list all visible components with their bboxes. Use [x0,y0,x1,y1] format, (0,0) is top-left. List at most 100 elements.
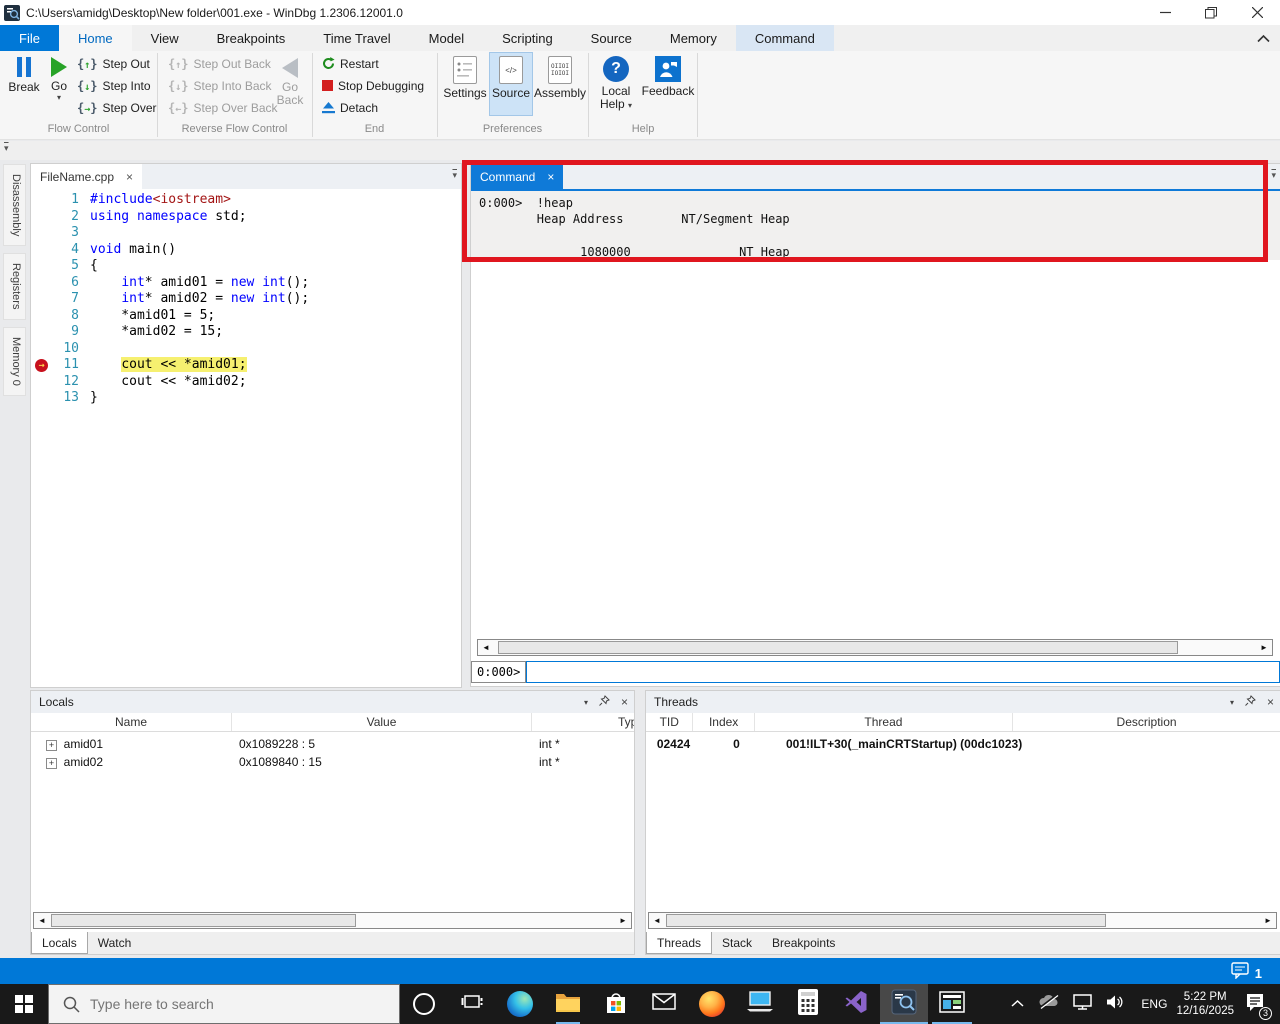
local-help-button[interactable]: ? Local Help ▾ [594,53,638,112]
scrollbar-thumb[interactable] [666,914,1106,927]
bottom-tab-locals[interactable]: Locals [31,932,88,954]
thread-row[interactable]: 02424 0 001!ILT+30(_mainCRTStartup) (00d… [646,735,1280,753]
action-center-button[interactable]: 3 [1244,992,1272,1020]
column-header-description[interactable]: Description [1013,713,1280,731]
pane-menu-icon[interactable]: ▾ [1271,170,1276,181]
bottom-tab-stack[interactable]: Stack [712,932,762,954]
close-pane-icon[interactable]: × [621,695,628,709]
ribbon-tab-view[interactable]: View [132,25,198,51]
scrollbar-thumb[interactable] [51,914,356,927]
go-dropdown-icon[interactable]: ▾ [57,93,61,102]
taskbar-search[interactable] [48,984,400,1024]
column-header-index[interactable]: Index [693,713,755,731]
connect-button[interactable] [736,984,784,1024]
scroll-right-icon[interactable]: ► [1260,913,1276,928]
sidebar-tab-disassembly[interactable]: Disassembly [3,164,26,247]
windbg-app-icon[interactable] [4,4,20,21]
settings-button[interactable]: Settings [441,53,489,100]
ribbon-tab-file[interactable]: File [0,25,59,51]
close-tab-icon[interactable]: × [126,170,133,184]
file-explorer-button[interactable] [544,984,592,1024]
minimize-button[interactable] [1142,0,1188,25]
search-input[interactable] [90,996,350,1012]
locals-row[interactable]: + amid01 0x1089228 : 5 int * [31,735,634,753]
ribbon-tab-time-travel[interactable]: Time Travel [304,25,409,51]
ribbon-tab-command[interactable]: Command [735,25,834,51]
scroll-left-icon[interactable]: ◄ [649,913,665,928]
bottom-tab-breakpoints[interactable]: Breakpoints [762,932,845,954]
expand-icon[interactable]: + [46,758,57,769]
step-out-back-button[interactable]: {↑} Step Out Back [168,53,271,74]
start-button[interactable] [0,984,48,1024]
network-icon[interactable] [1073,993,1093,1015]
break-button[interactable]: Break [6,53,42,94]
firefox-button[interactable] [688,984,736,1024]
ribbon-tab-source[interactable]: Source [572,25,651,51]
calculator-button[interactable] [784,984,832,1024]
scroll-left-icon[interactable]: ◄ [34,913,50,928]
pin-icon[interactable] [599,695,610,709]
visual-studio-button[interactable] [832,984,880,1024]
pin-icon[interactable] [1245,695,1256,709]
command-input[interactable] [526,661,1280,683]
taskbar-clock[interactable]: 5:22 PM 12/16/2025 [1176,990,1234,1018]
locals-hscrollbar[interactable]: ◄ ► [33,912,632,929]
app-window-button[interactable] [928,984,976,1024]
edge-button[interactable] [496,984,544,1024]
mail-button[interactable] [640,984,688,1024]
scroll-right-icon[interactable]: ► [615,913,631,928]
volume-icon[interactable] [1107,995,1125,1014]
stop-debugging-button[interactable]: Stop Debugging [322,75,424,96]
bottom-tab-watch[interactable]: Watch [88,932,142,954]
status-notifications[interactable]: 1 [1231,962,1262,984]
pane-menu-icon[interactable]: ▾ [452,170,457,181]
ribbon-tab-home[interactable]: Home [58,25,132,51]
ribbon-tab-memory[interactable]: Memory [651,25,736,51]
pane-dropdown-icon[interactable]: ▾ [584,698,588,707]
sidebar-tab-memory[interactable]: Memory 0 [3,326,26,396]
close-button[interactable] [1234,0,1280,25]
ribbon-tab-breakpoints[interactable]: Breakpoints [198,25,305,51]
local-help-dropdown-icon[interactable]: ▾ [628,101,632,110]
column-header-name[interactable]: Name [31,713,232,731]
scroll-right-icon[interactable]: ► [1256,640,1272,655]
column-header-thread[interactable]: Thread [755,713,1014,731]
task-view-button[interactable] [448,984,496,1024]
cortana-button[interactable] [400,984,448,1024]
windbg-taskbar-button[interactable] [880,984,928,1024]
assembly-mode-button[interactable]: OIIOI IOIOI Assembly [533,53,587,100]
threads-hscrollbar[interactable]: ◄ ► [648,912,1277,929]
detach-button[interactable]: Detach [322,97,378,118]
bottom-tab-threads[interactable]: Threads [646,932,713,954]
restore-button[interactable] [1188,0,1234,25]
step-into-back-button[interactable]: {↓} Step Into Back [168,75,272,96]
column-header-value[interactable]: Value [232,713,532,731]
command-hscrollbar[interactable]: ◄ ► [477,639,1273,656]
column-header-type[interactable]: Typ [532,713,634,731]
step-into-button[interactable]: {↓} Step Into [77,75,151,96]
step-out-button[interactable]: {↑} Step Out [77,53,150,74]
dock-menu-icon[interactable]: ▾ [4,143,9,154]
step-over-back-button[interactable]: {←} Step Over Back [168,97,278,118]
column-header-tid[interactable]: TID [646,713,694,731]
code-editor[interactable]: 1 #include<iostream> 2 using namespace std;… [31,189,461,407]
feedback-button[interactable]: Feedback [640,53,696,98]
pane-dropdown-icon[interactable]: ▾ [1230,698,1234,707]
store-button[interactable] [592,984,640,1024]
go-button[interactable]: Go ▾ [44,53,74,102]
locals-row[interactable]: + amid02 0x1089840 : 15 int * [31,753,634,771]
expand-icon[interactable]: + [46,740,57,751]
ribbon-tab-model[interactable]: Model [410,25,483,51]
sidebar-tab-registers[interactable]: Registers [3,253,26,320]
onedrive-offline-icon[interactable] [1039,994,1059,1014]
language-indicator[interactable]: ENG [1141,997,1167,1011]
scroll-left-icon[interactable]: ◄ [478,640,494,655]
close-pane-icon[interactable]: × [1267,695,1274,709]
scrollbar-thumb[interactable] [498,641,1178,654]
source-mode-button[interactable]: </> Source [489,52,533,116]
source-file-tab[interactable]: FileName.cpp × [31,164,143,189]
step-over-button[interactable]: {→} Step Over [77,97,157,118]
tray-chevron-icon[interactable] [1011,995,1024,1013]
go-back-button[interactable]: Go Back [272,55,308,107]
ribbon-tab-scripting[interactable]: Scripting [483,25,572,51]
